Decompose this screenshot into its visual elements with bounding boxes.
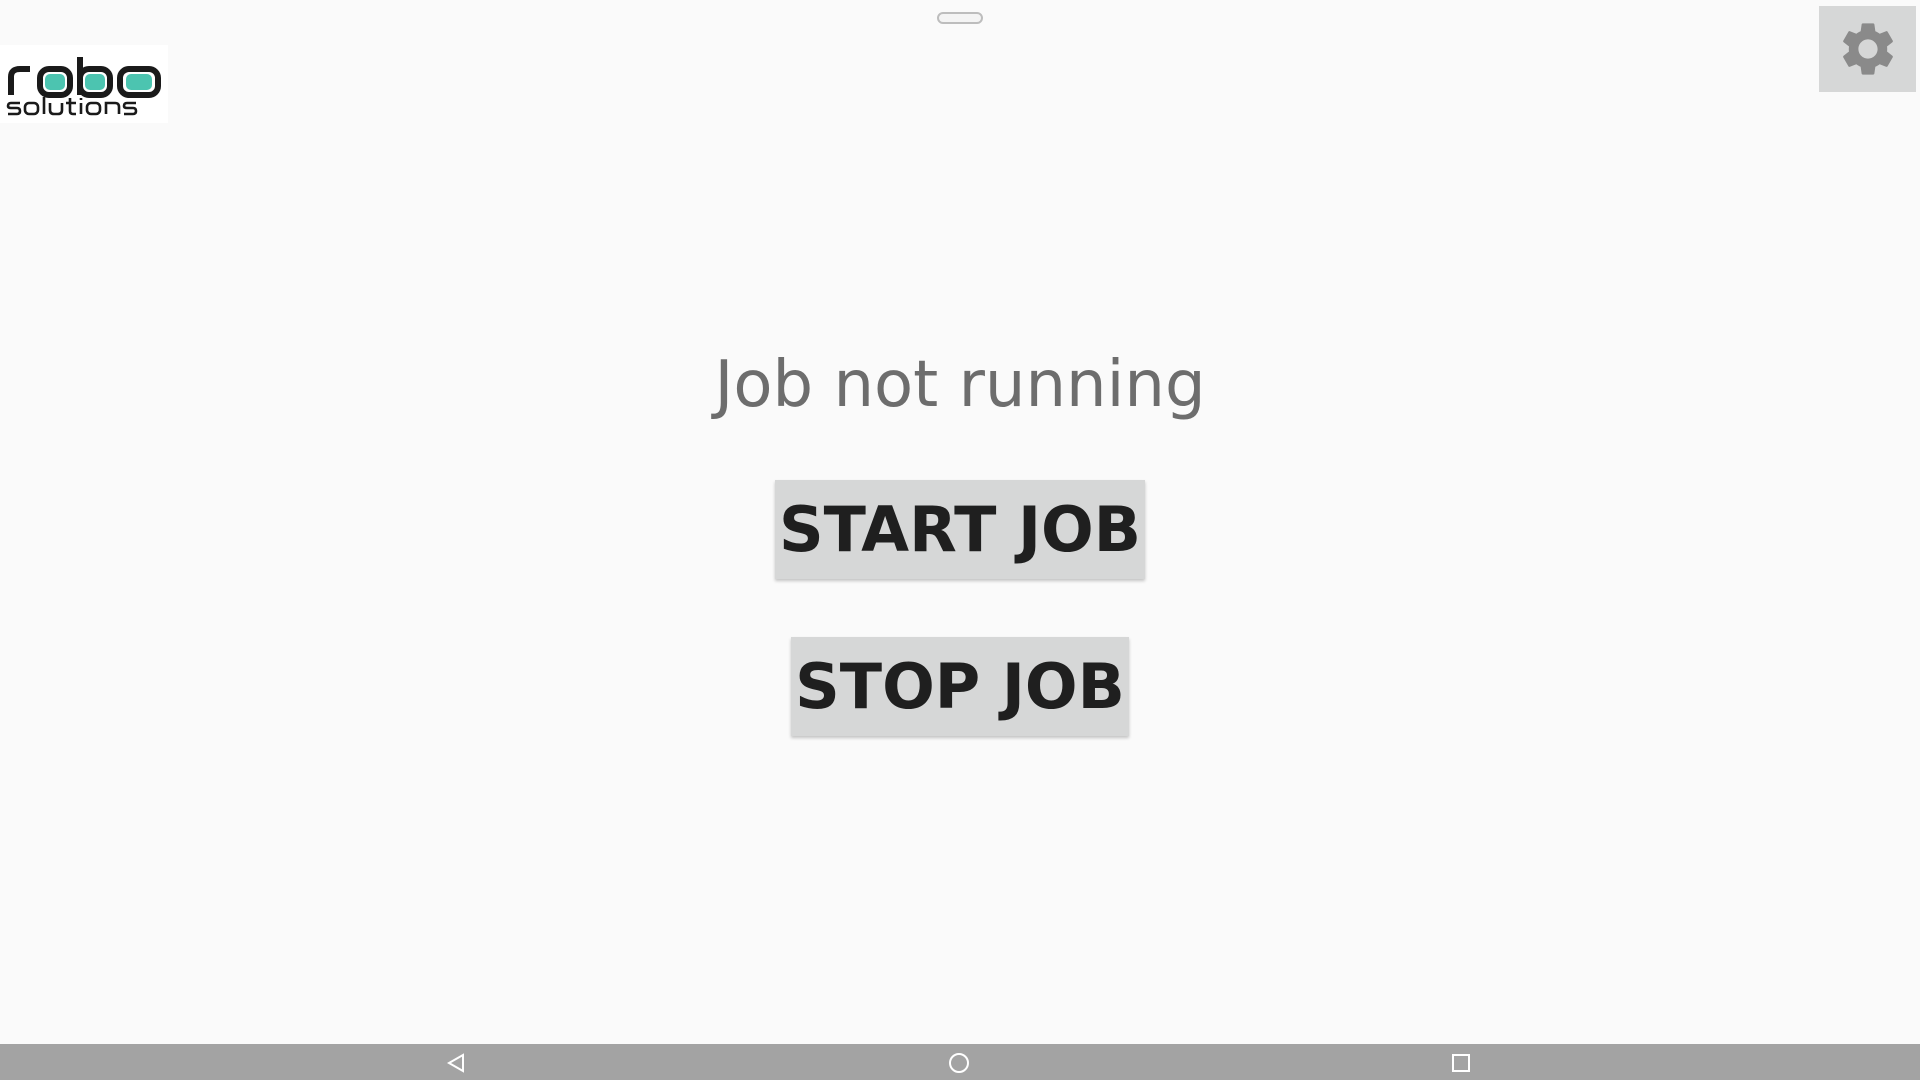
nav-recents-button[interactable] <box>1448 1050 1474 1076</box>
stop-job-button[interactable]: STOP JOB <box>791 637 1129 736</box>
system-navigation-bar <box>0 1044 1920 1080</box>
app-screen: Job not running START JOB STOP JOB <box>0 0 1920 1080</box>
home-circle-icon <box>949 1053 969 1073</box>
nav-back-button[interactable] <box>443 1050 469 1076</box>
gear-icon <box>1842 23 1893 75</box>
recents-square-icon <box>1452 1054 1470 1072</box>
back-triangle-icon <box>446 1053 464 1073</box>
job-status-text: Job not running <box>714 348 1206 422</box>
robo-solutions-logo <box>0 45 168 123</box>
notification-pull-handle[interactable] <box>937 12 983 24</box>
nav-home-button[interactable] <box>946 1050 972 1076</box>
start-job-button[interactable]: START JOB <box>775 480 1145 579</box>
settings-button[interactable] <box>1819 6 1916 92</box>
